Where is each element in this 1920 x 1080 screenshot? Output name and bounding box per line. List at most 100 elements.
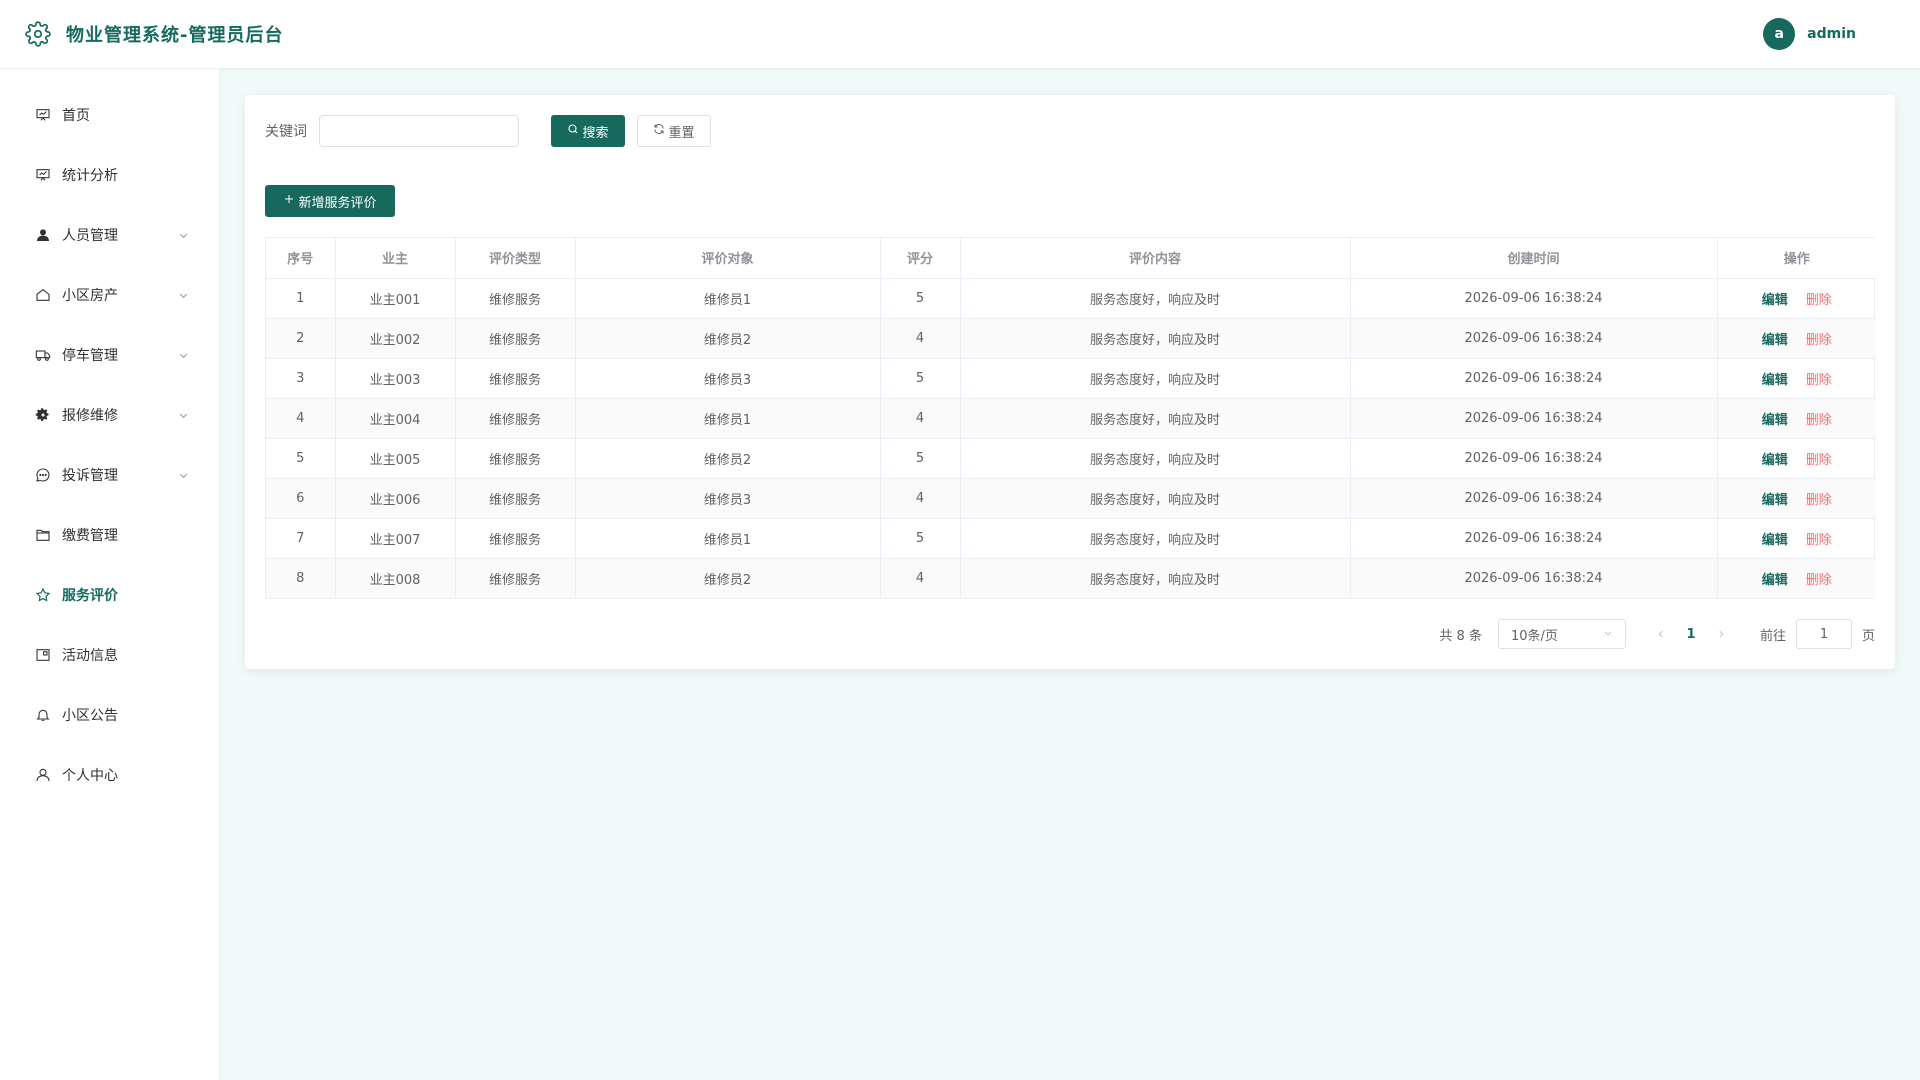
cell-content: 服务态度好，响应及时	[960, 318, 1351, 359]
goto-label: 前往	[1759, 628, 1786, 644]
postcard-icon	[34, 646, 52, 664]
edit-link[interactable]: 编辑	[1762, 453, 1788, 468]
delete-link[interactable]: 删除	[1806, 413, 1832, 428]
delete-link[interactable]: 删除	[1806, 373, 1832, 388]
sidebar-item-label: 人员管理	[62, 228, 118, 244]
page-number[interactable]: 1	[1676, 627, 1706, 642]
delete-link[interactable]: 删除	[1806, 533, 1832, 548]
page-size-value: 10条/页	[1510, 628, 1558, 644]
sidebar: 首页统计分析人员管理小区房产停车管理报修维修投诉管理缴费管理服务评价活动信息小区…	[0, 69, 220, 1080]
next-page-button[interactable]	[1706, 620, 1736, 648]
main-card: 关键词 搜索 重置 新增服务评价 序号 业主 评价类型 评价对象评分 评价内容 …	[245, 95, 1895, 669]
cell-type: 维修服务	[455, 518, 576, 559]
cell-content: 服务态度好，响应及时	[960, 278, 1351, 319]
cell-actions: 编辑 删除	[1717, 278, 1876, 319]
chevron-down-icon	[1603, 627, 1613, 642]
sidebar-item-label: 活动信息	[62, 648, 118, 664]
pagination-total: 共 8 条	[1439, 628, 1482, 644]
plus-icon	[283, 193, 295, 209]
sidebar-item[interactable]: 投诉管理	[0, 445, 219, 505]
cell-owner: 业主004	[335, 398, 456, 439]
user-menu[interactable]: a admin	[1763, 18, 1856, 50]
edit-link[interactable]: 编辑	[1762, 493, 1788, 508]
cell-index: 5	[266, 438, 336, 479]
table-header-row: 序号 业主 评价类型 评价对象 评分 评价内容 创建时间 操作	[266, 238, 1876, 279]
delete-link[interactable]: 删除	[1806, 293, 1832, 308]
chevron-down-icon	[177, 469, 189, 481]
keyword-input[interactable]	[319, 115, 519, 147]
star-icon	[34, 586, 52, 604]
delete-link[interactable]: 删除	[1806, 493, 1832, 508]
cell-index: 7	[266, 518, 336, 559]
cell-score: 4	[880, 398, 961, 439]
edit-link[interactable]: 编辑	[1762, 413, 1788, 428]
chat-dots-icon	[34, 466, 52, 484]
cell-type: 维修服务	[455, 398, 576, 439]
sidebar-item[interactable]: 统计分析	[0, 145, 219, 205]
prev-page-button[interactable]	[1646, 620, 1676, 648]
sidebar-item-label: 投诉管理	[62, 468, 118, 484]
cell-target: 维修员1	[575, 518, 881, 559]
folder-icon	[34, 526, 52, 544]
cell-type: 维修服务	[455, 358, 576, 399]
page-size-select[interactable]: 10条/页	[1497, 619, 1626, 649]
cell-actions: 编辑 删除	[1717, 358, 1876, 399]
edit-link[interactable]: 编辑	[1762, 533, 1788, 548]
sidebar-item[interactable]: 人员管理	[0, 205, 219, 265]
cell-content: 服务态度好，响应及时	[960, 438, 1351, 479]
gear-icon	[24, 20, 52, 48]
sidebar-item[interactable]: 活动信息	[0, 625, 219, 685]
review-table: 序号 业主 评价类型 评价对象 评分 评价内容 创建时间 操作 1 业主001 维修服务 维修员1 5…	[265, 237, 1876, 599]
avatar[interactable]: a	[1763, 18, 1796, 50]
chevron-down-icon	[177, 349, 189, 361]
column-header: 业主	[335, 238, 456, 279]
sidebar-item[interactable]: 停车管理	[0, 325, 219, 385]
sidebar-item[interactable]: 小区房产	[0, 265, 219, 325]
cell-content: 服务态度好，响应及时	[960, 398, 1351, 439]
chevron-down-icon	[177, 409, 189, 421]
sidebar-item[interactable]: 小区公告	[0, 685, 219, 745]
cell-owner: 业主007	[335, 518, 456, 559]
cell-type: 维修服务	[455, 438, 576, 479]
gear-icon	[34, 406, 52, 424]
cell-type: 维修服务	[455, 278, 576, 319]
sidebar-item[interactable]: 首页	[0, 85, 219, 145]
cell-created: 2026-09-06 16:38:24	[1350, 438, 1718, 479]
search-button[interactable]: 搜索	[551, 115, 625, 147]
sidebar-item-label: 停车管理	[62, 348, 118, 364]
cell-owner: 业主005	[335, 438, 456, 479]
username[interactable]: admin	[1807, 26, 1856, 42]
cell-target: 维修员2	[575, 438, 881, 479]
cell-created: 2026-09-06 16:38:24	[1350, 398, 1718, 439]
cell-actions: 编辑 删除	[1717, 478, 1876, 519]
sidebar-item[interactable]: 服务评价	[0, 565, 219, 625]
delete-link[interactable]: 删除	[1806, 333, 1832, 348]
edit-link[interactable]: 编辑	[1762, 293, 1788, 308]
chevron-left-icon	[1658, 630, 1663, 638]
cell-score: 4	[880, 318, 961, 359]
cell-owner: 业主002	[335, 318, 456, 359]
add-review-button[interactable]: 新增服务评价	[265, 185, 395, 217]
sidebar-item-label: 缴费管理	[62, 528, 118, 544]
table-row: 2 业主002 维修服务 维修员2 4 服务态度好，响应及时 2026-09-06 16:3…	[266, 318, 1876, 359]
table-row: 7 业主007 维修服务 维修员1 5 服务态度好，响应及时 2026-09-06 16:3…	[266, 518, 1876, 559]
goto-page-input[interactable]	[1795, 619, 1852, 649]
cell-target: 维修员3	[575, 358, 881, 399]
pagination: 共 8 条 10条/页 1 前往 页	[265, 619, 1875, 649]
cell-score: 4	[880, 558, 961, 598]
cell-type: 维修服务	[455, 478, 576, 519]
sidebar-item[interactable]: 缴费管理	[0, 505, 219, 565]
sidebar-item[interactable]: 个人中心	[0, 745, 219, 805]
edit-link[interactable]: 编辑	[1762, 573, 1788, 588]
delete-link[interactable]: 删除	[1806, 573, 1832, 588]
sidebar-item-label: 小区房产	[62, 288, 118, 304]
cell-content: 服务态度好，响应及时	[960, 518, 1351, 559]
edit-link[interactable]: 编辑	[1762, 333, 1788, 348]
edit-link[interactable]: 编辑	[1762, 373, 1788, 388]
delete-link[interactable]: 删除	[1806, 453, 1832, 468]
cell-score: 5	[880, 278, 961, 319]
presentation-chart-icon	[34, 166, 52, 184]
sidebar-item-label: 统计分析	[62, 168, 118, 184]
sidebar-item[interactable]: 报修维修	[0, 385, 219, 445]
reset-button[interactable]: 重置	[637, 115, 711, 147]
